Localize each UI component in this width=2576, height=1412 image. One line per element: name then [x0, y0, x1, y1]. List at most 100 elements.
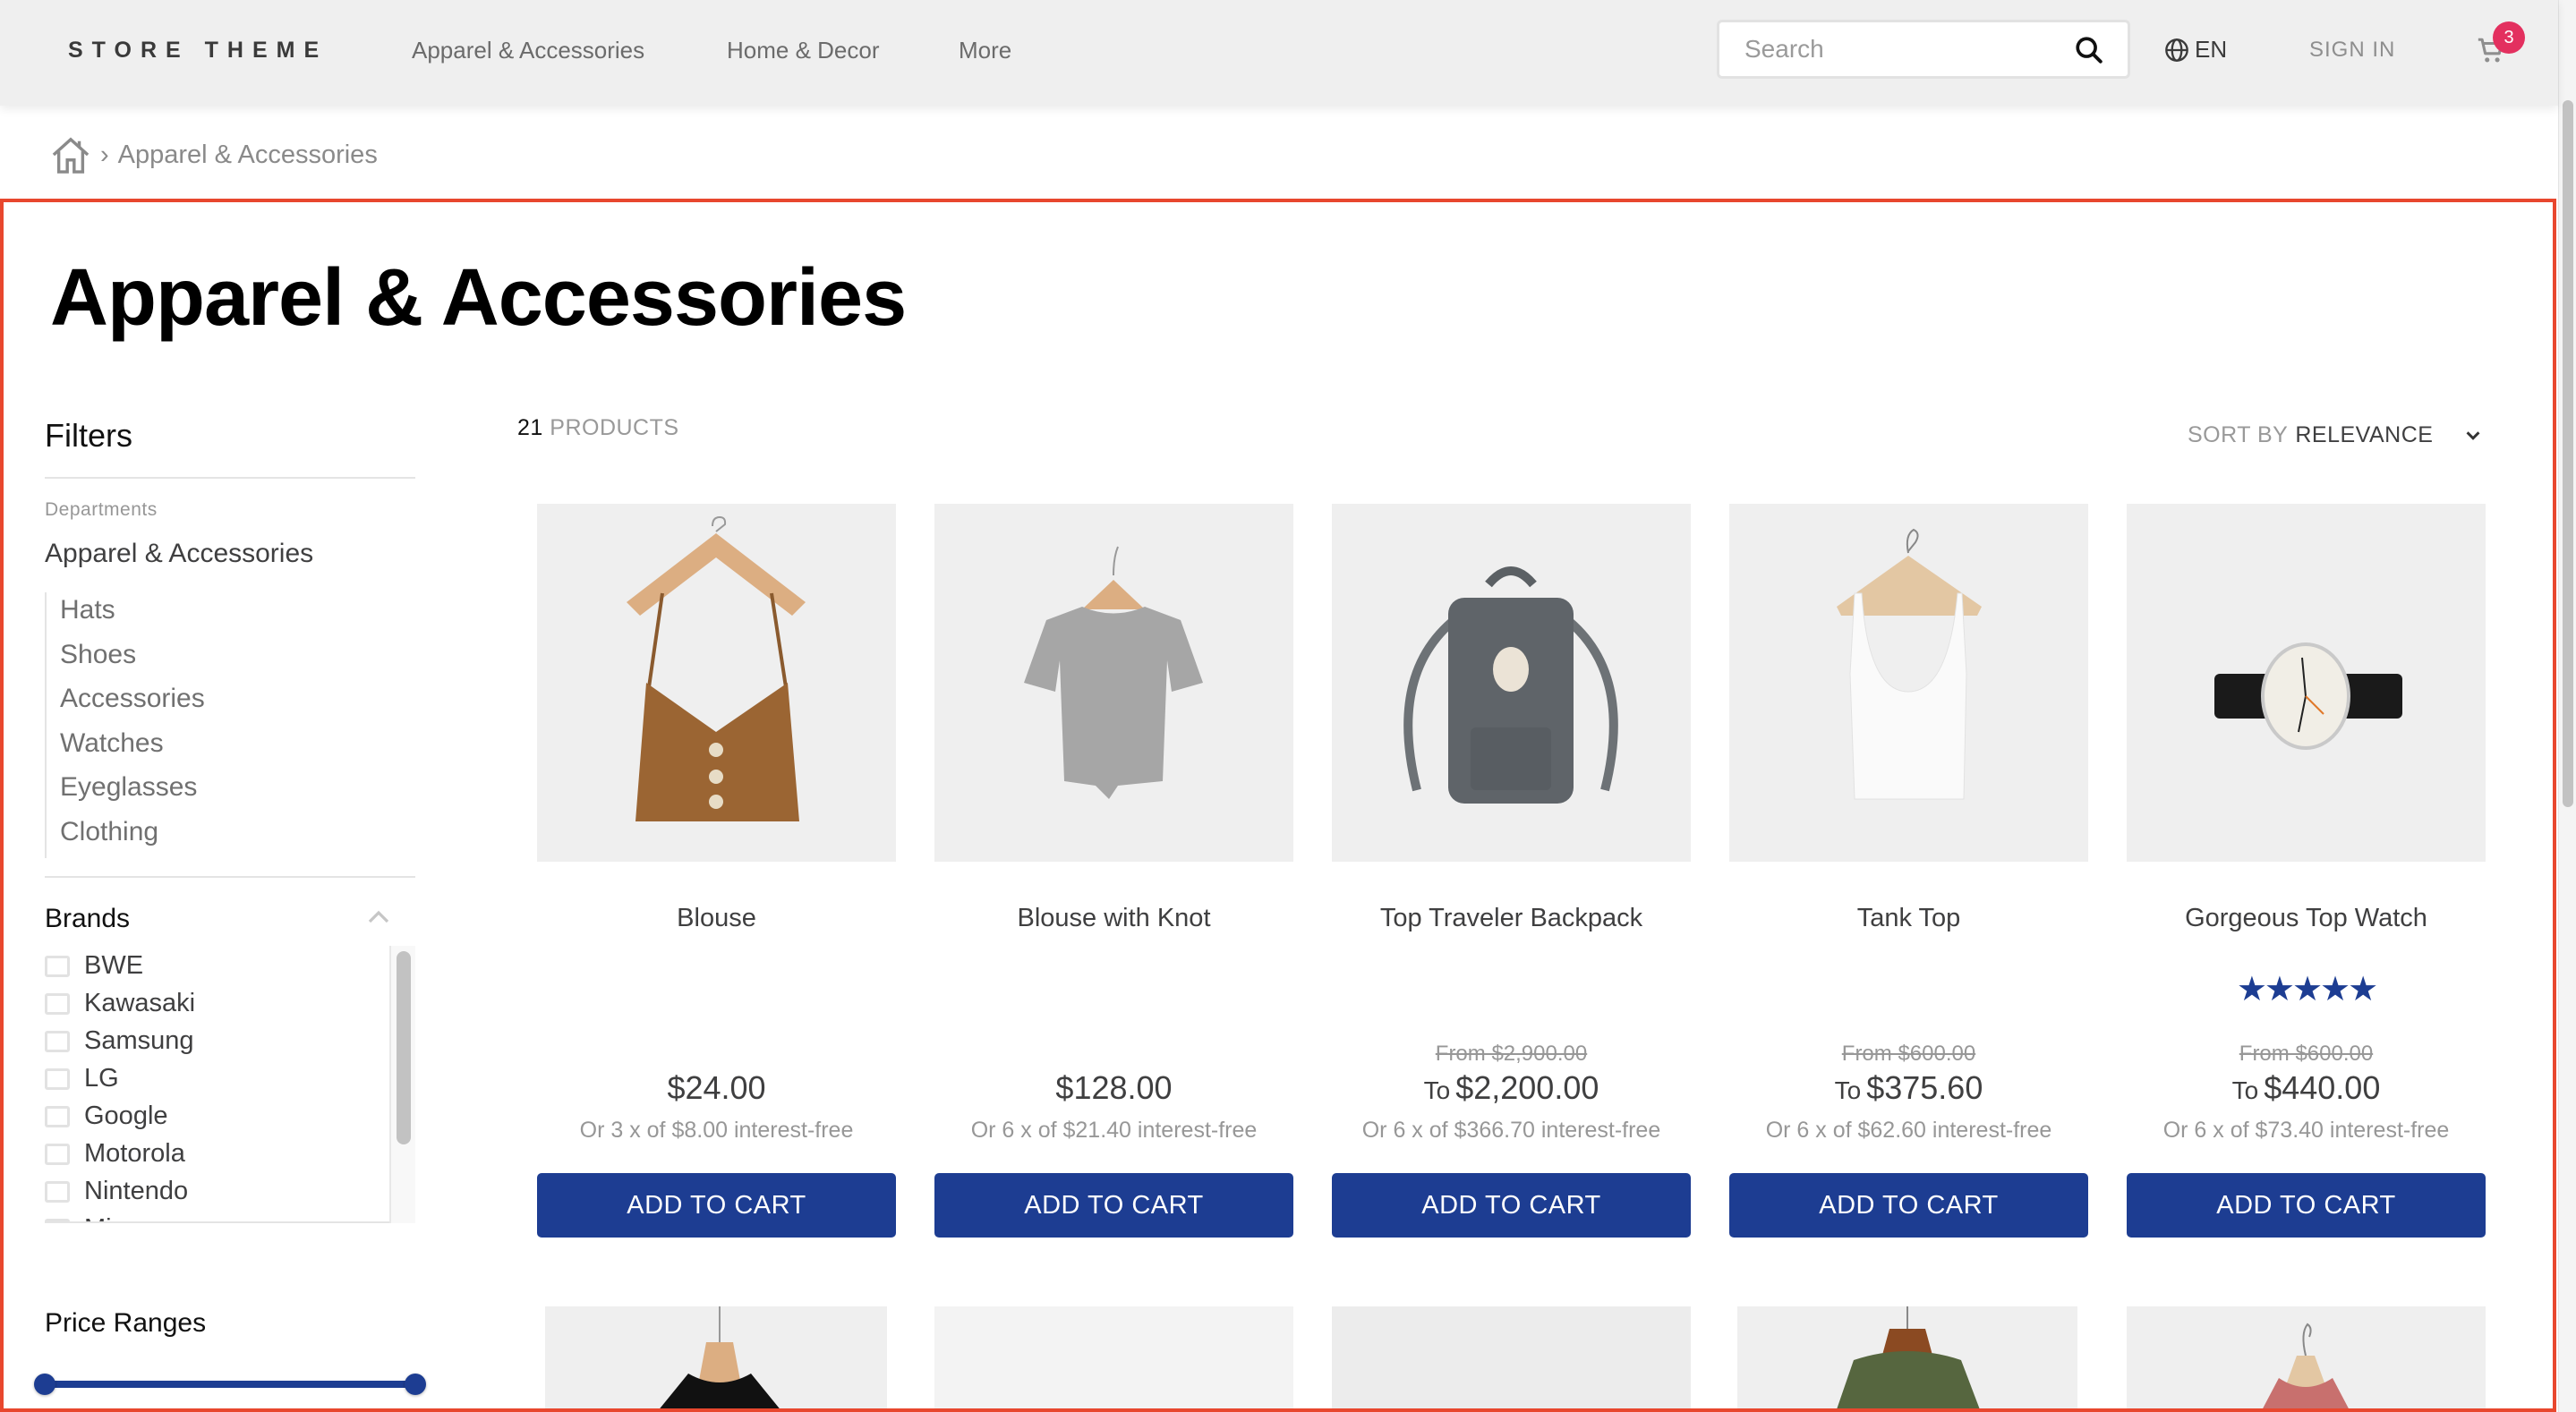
brand-checkbox[interactable] — [45, 955, 70, 977]
pink-top-image — [2261, 1323, 2350, 1412]
brands-title[interactable]: Brands — [45, 904, 130, 934]
product-sale-price: $440.00 — [2264, 1069, 2381, 1106]
departments-divider — [45, 876, 415, 878]
add-to-cart-button[interactable]: ADD TO CART — [1332, 1173, 1691, 1238]
brand-option-nintendo[interactable]: Nintendo — [45, 1171, 414, 1209]
product-image-blouse[interactable] — [537, 504, 896, 862]
product-sale-price: $2,200.00 — [1455, 1069, 1599, 1106]
home-icon[interactable] — [50, 136, 91, 174]
price-slider-max-handle[interactable] — [405, 1374, 426, 1395]
product-name[interactable]: Top Traveler Backpack — [1332, 904, 1691, 933]
product-image-row2-black-top[interactable] — [545, 1306, 887, 1412]
brand-checkbox[interactable] — [45, 1105, 70, 1127]
search-input[interactable] — [1744, 22, 2067, 76]
departments-label: Departments — [45, 499, 158, 520]
department-item-accessories[interactable]: Accessories — [60, 681, 205, 726]
department-item-eyeglasses[interactable]: Eyeglasses — [60, 770, 205, 814]
nav-home-decor[interactable]: Home & Decor — [727, 37, 880, 64]
product-name[interactable]: Gorgeous Top Watch — [2127, 904, 2486, 933]
brand-label: Kawasaki — [84, 989, 196, 1017]
price-prefix: To — [1834, 1076, 1862, 1104]
brand-option-kawasaki[interactable]: Kawasaki — [45, 983, 414, 1021]
brand-checkbox[interactable] — [45, 1030, 70, 1052]
product-image-top-traveler-backpack[interactable] — [1332, 504, 1691, 862]
department-item-shoes[interactable]: Shoes — [60, 637, 205, 682]
language-selector[interactable]: EN — [2164, 36, 2227, 64]
brand-checkbox[interactable] — [45, 992, 70, 1015]
product-image-row2-3[interactable] — [1332, 1306, 1691, 1412]
department-item-clothing[interactable]: Clothing — [60, 814, 205, 859]
product-name[interactable]: Blouse — [537, 904, 896, 933]
product-card: Blouse with Knot $128.00 Or 6 x of $21.4… — [934, 504, 1293, 1238]
brand-option-mizuno[interactable]: Mizuno — [45, 1209, 414, 1221]
product-price: To $440.00 — [2127, 1069, 2486, 1107]
product-image-row2-pink-top[interactable] — [2127, 1306, 2486, 1412]
brand-label: LG — [84, 1064, 119, 1093]
add-to-cart-button[interactable]: ADD TO CART — [2127, 1173, 2486, 1238]
department-item-hats[interactable]: Hats — [60, 592, 205, 637]
product-image-blouse-with-knot[interactable] — [934, 504, 1293, 862]
nav-apparel-accessories[interactable]: Apparel & Accessories — [412, 37, 644, 64]
brand-checkbox[interactable] — [45, 1068, 70, 1090]
product-price: To $375.60 — [1729, 1069, 2088, 1107]
search-icon[interactable] — [2074, 35, 2104, 65]
product-list-price: From $600.00 — [1841, 1042, 1976, 1066]
product-installment: Or 6 x of $73.40 interest-free — [2162, 1118, 2450, 1143]
product-image-tank-top[interactable] — [1729, 504, 2088, 862]
brown-cami-top-image — [627, 515, 806, 821]
brand-list: BWE Kawasaki Samsung LG Google Motorola … — [45, 946, 415, 1223]
sign-in-link[interactable]: SIGN IN — [2309, 38, 2395, 63]
brand-list-scrollbar[interactable] — [389, 946, 415, 1223]
product-card: Blouse $24.00 Or 3 x of $8.00 interest-f… — [537, 504, 896, 1238]
add-to-cart-button[interactable]: ADD TO CART — [1729, 1173, 2088, 1238]
sort-label: SORT BY — [2188, 422, 2289, 447]
star-rating: ★★★★★ — [2236, 971, 2378, 1008]
chevron-down-icon — [2466, 430, 2480, 440]
brand-list-scrollbar-thumb[interactable] — [397, 951, 411, 1144]
product-list-price: From $2,900.00 — [1435, 1042, 1588, 1066]
top-header: STORE THEME Apparel & Accessories Home &… — [0, 0, 2558, 106]
product-count: 21 PRODUCTS — [517, 415, 679, 441]
black-top-image — [657, 1306, 782, 1412]
store-logo[interactable]: STORE THEME — [68, 38, 328, 64]
brand-label: Mizuno — [84, 1214, 168, 1221]
brand-checkbox[interactable] — [45, 1180, 70, 1203]
chevron-up-icon[interactable] — [365, 904, 392, 931]
brand-option-lg[interactable]: LG — [45, 1059, 414, 1096]
add-to-cart-button[interactable]: ADD TO CART — [537, 1173, 896, 1238]
product-name[interactable]: Blouse with Knot — [934, 904, 1293, 933]
product-image-row2-2[interactable] — [934, 1306, 1293, 1412]
price-slider-track[interactable] — [45, 1381, 415, 1388]
product-image-gorgeous-top-watch[interactable] — [2127, 504, 2486, 862]
brand-label: Motorola — [84, 1139, 185, 1168]
department-item-watches[interactable]: Watches — [60, 726, 205, 770]
grey-backpack-image — [1403, 566, 1618, 804]
grey-tshirt-image — [1024, 546, 1203, 799]
price-prefix: To — [1423, 1076, 1451, 1104]
brand-option-motorola[interactable]: Motorola — [45, 1134, 414, 1171]
brand-label: BWE — [84, 951, 144, 980]
product-image-row2-green-hoodie[interactable] — [1737, 1306, 2077, 1412]
page-scrollbar-thumb[interactable] — [2563, 100, 2573, 807]
price-slider-min-handle[interactable] — [34, 1374, 55, 1395]
department-list: Hats Shoes Accessories Watches Eyeglasse… — [45, 592, 205, 858]
sort-dropdown[interactable]: SORT BY RELEVANCE — [2188, 422, 2483, 448]
brand-option-samsung[interactable]: Samsung — [45, 1021, 414, 1059]
cart-count-badge: 3 — [2493, 21, 2525, 54]
breadcrumb-item-apparel[interactable]: Apparel & Accessories — [118, 140, 378, 170]
product-price: $128.00 — [1055, 1069, 1173, 1106]
language-code: EN — [2195, 36, 2228, 63]
watch-image — [2214, 642, 2402, 750]
product-card: Tank Top From $600.00 To $375.60 Or 6 x o… — [1729, 504, 2088, 1238]
current-department[interactable]: Apparel & Accessories — [45, 539, 313, 569]
white-tank-top-image — [1837, 528, 1982, 800]
brand-checkbox[interactable] — [45, 1218, 70, 1221]
brand-checkbox[interactable] — [45, 1143, 70, 1165]
product-installment: Or 3 x of $8.00 interest-free — [579, 1118, 854, 1143]
product-name[interactable]: Tank Top — [1729, 904, 2088, 933]
nav-more[interactable]: More — [959, 37, 1011, 64]
brand-option-bwe[interactable]: BWE — [45, 946, 414, 983]
brand-option-google[interactable]: Google — [45, 1096, 414, 1134]
page-scrollbar[interactable] — [2558, 0, 2576, 1412]
add-to-cart-button[interactable]: ADD TO CART — [934, 1173, 1293, 1238]
